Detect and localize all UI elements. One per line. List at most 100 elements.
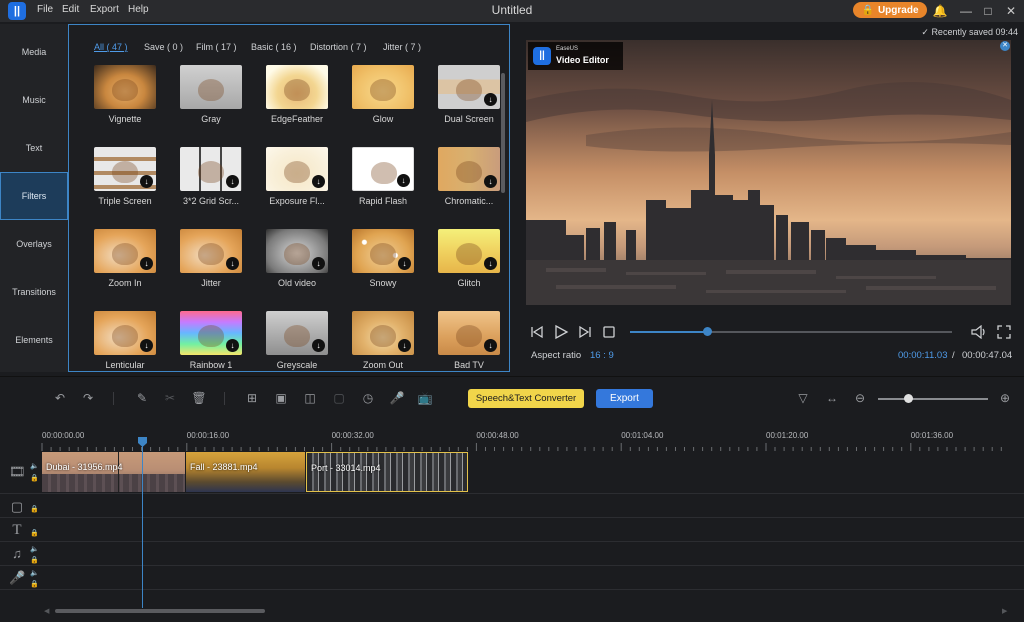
- zoom-slider[interactable]: [878, 398, 988, 400]
- filter-thumbnail[interactable]: ↓: [94, 311, 156, 355]
- filter-item[interactable]: ↓ Chromatic...: [438, 147, 500, 225]
- screen-record-icon[interactable]: 📺: [417, 390, 433, 406]
- zoom-in-icon[interactable]: ⊕: [997, 390, 1013, 406]
- filter-tab-distortion[interactable]: Distortion ( 7 ): [310, 42, 367, 52]
- download-icon[interactable]: ↓: [484, 175, 497, 188]
- resize-icon[interactable]: ▣: [273, 390, 289, 406]
- filter-thumbnail[interactable]: [352, 65, 414, 109]
- filter-thumbnail[interactable]: ↓: [266, 229, 328, 273]
- filter-item[interactable]: ↓ Triple Screen: [94, 147, 156, 225]
- download-icon[interactable]: ↓: [140, 339, 153, 352]
- filter-item[interactable]: ↓ Old video: [266, 229, 328, 307]
- filter-item[interactable]: ↓ Glitch: [438, 229, 500, 307]
- filter-tab-film[interactable]: Film ( 17 ): [196, 42, 237, 52]
- nav-text[interactable]: Text: [0, 124, 68, 172]
- aspect-ratio-value[interactable]: 16 : 9: [590, 350, 614, 361]
- close-icon[interactable]: ✕: [1003, 3, 1019, 19]
- download-icon[interactable]: ↓: [312, 175, 325, 188]
- filter-item[interactable]: ↓ Exposure Fl...: [266, 147, 328, 225]
- menu-file[interactable]: File: [37, 4, 53, 15]
- filter-item[interactable]: ↓ Jitter: [180, 229, 242, 307]
- minimize-icon[interactable]: —: [958, 3, 974, 19]
- zoom-out-icon[interactable]: ⊖: [852, 390, 868, 406]
- download-icon[interactable]: ↓: [398, 339, 411, 352]
- filter-scrollbar[interactable]: [501, 73, 505, 193]
- nav-transitions[interactable]: Transitions: [0, 268, 68, 316]
- nav-music[interactable]: Music: [0, 76, 68, 124]
- crop-icon[interactable]: ⊞: [244, 390, 260, 406]
- filter-thumbnail[interactable]: ↓: [94, 229, 156, 273]
- maximize-icon[interactable]: □: [980, 3, 996, 19]
- timeline-clip[interactable]: Dubai - 31956.mp4: [42, 452, 185, 492]
- timeline-scrollbar[interactable]: [55, 609, 265, 613]
- edit-pencil-icon[interactable]: ✎: [134, 390, 150, 406]
- filter-thumbnail[interactable]: ↓: [180, 229, 242, 273]
- speech-text-converter-button[interactable]: Speech&Text Converter: [468, 389, 584, 408]
- download-icon[interactable]: ↓: [398, 257, 411, 270]
- track-lock-icon[interactable]: 🔒: [30, 505, 39, 513]
- timeline-clip-selected[interactable]: Port - 33014.mp4: [306, 452, 468, 492]
- download-icon[interactable]: ↓: [397, 174, 410, 187]
- filter-item[interactable]: ↓ Rapid Flash: [352, 147, 414, 225]
- filter-item[interactable]: ↓ 3*2 Grid Scr...: [180, 147, 242, 225]
- split-icon[interactable]: ◫: [302, 390, 318, 406]
- filter-item[interactable]: Gray: [180, 65, 242, 143]
- filter-thumbnail[interactable]: [94, 65, 156, 109]
- track-lock-icon[interactable]: 🔒: [30, 580, 39, 588]
- filter-item[interactable]: Glow: [352, 65, 414, 143]
- filter-thumbnail[interactable]: ↓: [94, 147, 156, 191]
- nav-elements[interactable]: Elements: [0, 316, 68, 364]
- download-icon[interactable]: ↓: [312, 339, 325, 352]
- video-preview[interactable]: [526, 40, 1011, 305]
- nav-overlays[interactable]: Overlays: [0, 220, 68, 268]
- track-lock-icon[interactable]: 🔒: [30, 556, 39, 564]
- previous-frame-icon[interactable]: [530, 325, 544, 342]
- download-icon[interactable]: ↓: [484, 93, 497, 106]
- filter-tab-basic[interactable]: Basic ( 16 ): [251, 42, 297, 52]
- filter-thumbnail[interactable]: ↓: [352, 147, 414, 191]
- delete-icon[interactable]: 🗑: [191, 390, 207, 406]
- export-button[interactable]: Export: [596, 389, 653, 408]
- filter-tab-save[interactable]: Save ( 0 ): [144, 42, 183, 52]
- filter-thumbnail[interactable]: [266, 65, 328, 109]
- fullscreen-icon[interactable]: [997, 325, 1011, 342]
- cut-icon[interactable]: ✂: [162, 390, 178, 406]
- menu-export[interactable]: Export: [90, 4, 119, 15]
- download-icon[interactable]: ↓: [226, 257, 239, 270]
- download-icon[interactable]: ↓: [484, 257, 497, 270]
- filter-item[interactable]: ↓ Zoom In: [94, 229, 156, 307]
- track-mute-icon[interactable]: 🔈: [30, 462, 39, 470]
- filter-thumbnail[interactable]: [180, 65, 242, 109]
- filter-thumbnail[interactable]: ↓: [438, 229, 500, 273]
- filter-item[interactable]: Vignette: [94, 65, 156, 143]
- speed-icon[interactable]: ◷: [360, 390, 376, 406]
- redo-icon[interactable]: ↷: [80, 390, 96, 406]
- upgrade-button[interactable]: 🔒 Upgrade: [853, 2, 927, 18]
- filter-thumbnail[interactable]: ↓: [352, 311, 414, 355]
- nav-media[interactable]: Media: [0, 28, 68, 76]
- download-icon[interactable]: ↓: [140, 175, 153, 188]
- download-icon[interactable]: ↓: [226, 339, 239, 352]
- watermark-close-icon[interactable]: ✕: [1000, 41, 1010, 51]
- microphone-icon[interactable]: 🎤: [389, 390, 405, 406]
- timeline-ruler[interactable]: [40, 443, 1010, 451]
- filter-item[interactable]: ↓ Dual Screen: [438, 65, 500, 143]
- filter-item[interactable]: EdgeFeather: [266, 65, 328, 143]
- filter-thumbnail[interactable]: ↓: [438, 65, 500, 109]
- next-frame-icon[interactable]: [578, 325, 592, 342]
- filter-tab-all[interactable]: All ( 47 ): [94, 42, 128, 52]
- track-lock-icon[interactable]: 🔒: [30, 474, 39, 482]
- filter-item[interactable]: ↓ Snowy: [352, 229, 414, 307]
- nav-filters[interactable]: Filters: [0, 172, 68, 220]
- marker-icon[interactable]: ▽: [795, 390, 811, 406]
- fit-timeline-icon[interactable]: ↔: [824, 390, 840, 406]
- filter-thumbnail[interactable]: ↓: [180, 147, 242, 191]
- filter-thumbnail[interactable]: ↓: [180, 311, 242, 355]
- filter-thumbnail[interactable]: ↓: [438, 311, 500, 355]
- track-lock-icon[interactable]: 🔒: [30, 529, 39, 537]
- scroll-right-icon[interactable]: ▶: [1002, 607, 1007, 615]
- download-icon[interactable]: ↓: [140, 257, 153, 270]
- menu-edit[interactable]: Edit: [62, 4, 79, 15]
- track-mute-icon[interactable]: 🔈: [30, 545, 39, 553]
- download-icon[interactable]: ↓: [312, 257, 325, 270]
